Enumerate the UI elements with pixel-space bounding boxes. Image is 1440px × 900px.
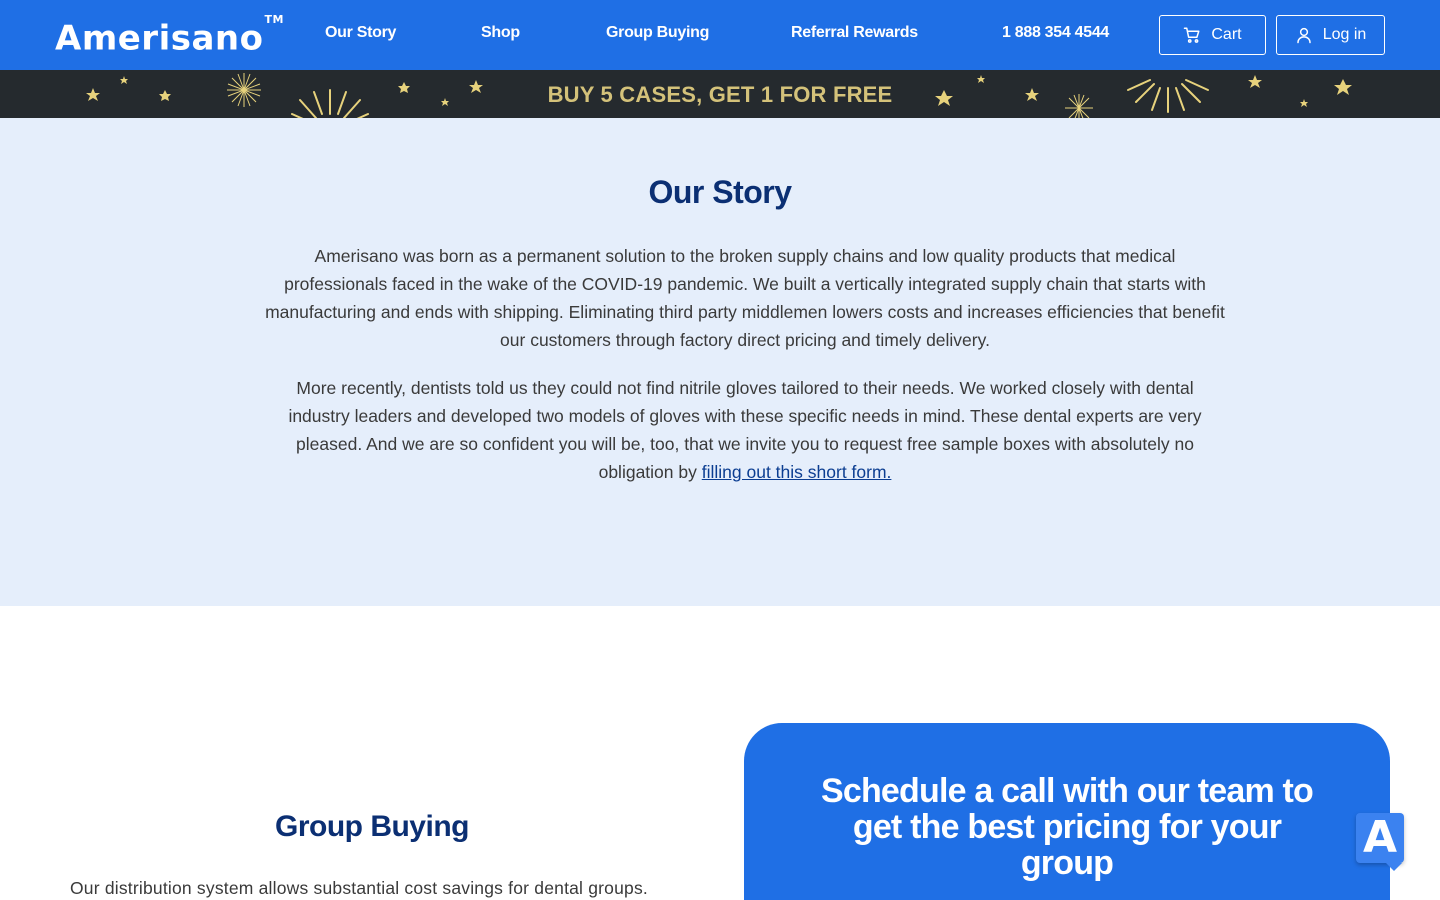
- logo-text: Amerisano: [55, 18, 264, 59]
- nav-our-story[interactable]: Our Story: [325, 24, 396, 42]
- user-icon: [1296, 27, 1311, 44]
- promo-text: BUY 5 CASES, GET 1 FOR FREE: [547, 82, 893, 107]
- our-story-paragraph-1: Amerisano was born as a permanent soluti…: [265, 246, 1225, 350]
- schedule-call-card: Schedule a call with our team to get the…: [744, 723, 1390, 900]
- logo-trademark: TM: [264, 13, 284, 26]
- group-buying-text: Our distribution system allows substanti…: [70, 878, 648, 898]
- our-story-paragraph-2: More recently, dentists told us they cou…: [265, 374, 1225, 486]
- site-header: AmerisanoTM Our Story Shop Group Buying …: [0, 0, 1440, 70]
- nav-referral-rewards[interactable]: Referral Rewards: [791, 24, 918, 42]
- nav-phone-link[interactable]: 1 888 354 4544: [1002, 24, 1109, 42]
- our-story-title: Our Story: [648, 174, 792, 210]
- cart-label: Cart: [1211, 26, 1242, 43]
- group-buying-title: Group Buying: [275, 810, 469, 843]
- schedule-call-title: Schedule a call with our team to get the…: [820, 772, 1314, 882]
- logo[interactable]: AmerisanoTM: [55, 13, 284, 59]
- accessibility-widget-button[interactable]: A: [1356, 813, 1404, 871]
- sample-form-link[interactable]: filling out this short form.: [702, 462, 892, 482]
- cart-icon: [1184, 27, 1200, 43]
- nav-shop[interactable]: Shop: [481, 24, 520, 42]
- login-label: Log in: [1322, 26, 1367, 43]
- promo-banner[interactable]: BUY 5 CASES, GET 1 FOR FREE: [0, 70, 1440, 118]
- our-story-section: Our Story Amerisano was born as a perman…: [0, 118, 1440, 606]
- login-button[interactable]: Log in: [1276, 15, 1385, 55]
- nav-group-buying[interactable]: Group Buying: [606, 24, 709, 42]
- cart-button[interactable]: Cart: [1159, 15, 1266, 55]
